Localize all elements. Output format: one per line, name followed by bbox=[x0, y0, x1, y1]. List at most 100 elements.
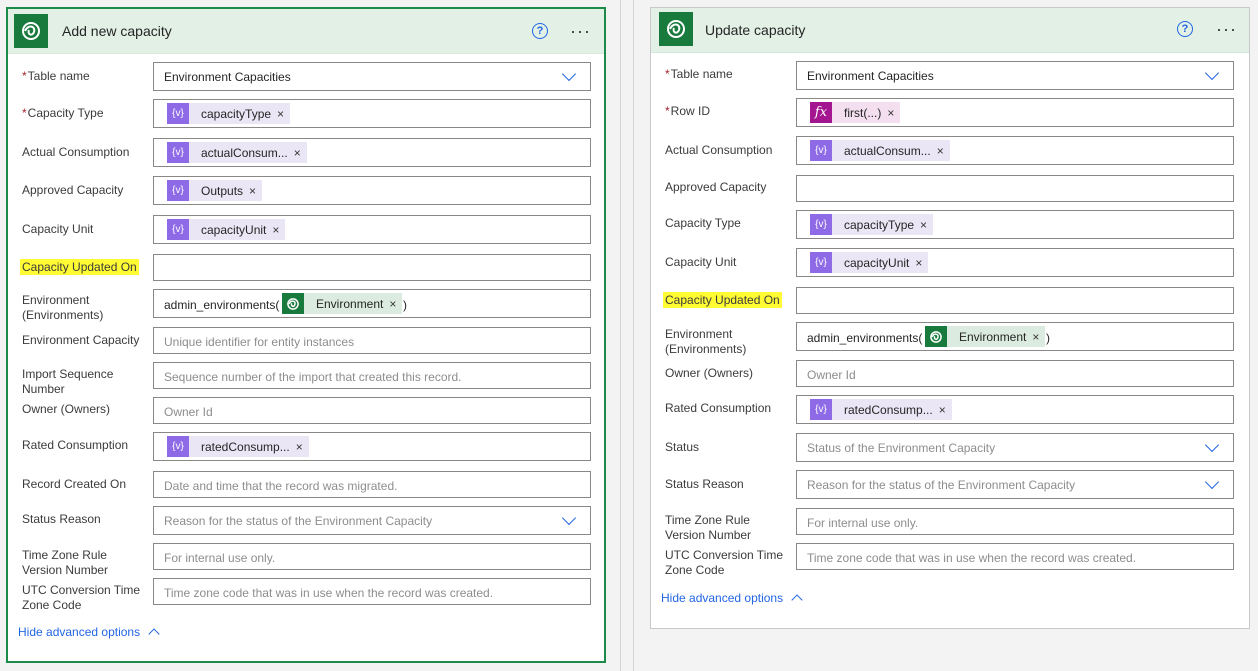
close-icon[interactable]: × bbox=[1032, 330, 1045, 344]
status-reason-dropdown[interactable]: Reason for the status of the Environment… bbox=[153, 506, 591, 535]
card-title: Add new capacity bbox=[62, 23, 172, 39]
placeholder: Date and time that the record was migrat… bbox=[164, 479, 398, 493]
token-label: Outputs bbox=[201, 183, 244, 198]
dynamic-content-token[interactable]: Environment × bbox=[282, 293, 403, 314]
dataverse-icon bbox=[925, 326, 947, 347]
close-icon[interactable]: × bbox=[272, 223, 285, 237]
approved-capacity-input[interactable] bbox=[796, 175, 1234, 202]
close-icon[interactable]: × bbox=[939, 403, 952, 417]
capacity-unit-input[interactable]: {v} capacityUnit × bbox=[796, 248, 1234, 277]
dynamic-content-token[interactable]: {v} Outputs × bbox=[167, 180, 263, 201]
card-header[interactable]: Update capacity ? ··· bbox=[651, 8, 1249, 53]
card-title: Update capacity bbox=[705, 22, 806, 38]
capacity-updated-on-input[interactable] bbox=[796, 287, 1234, 314]
variable-icon: {v} bbox=[810, 399, 832, 420]
capacity-type-input[interactable]: {v} capacityType × bbox=[796, 210, 1234, 239]
token-label: capacityType bbox=[201, 106, 272, 121]
status-reason-dropdown[interactable]: Reason for the status of the Environment… bbox=[796, 470, 1234, 499]
environment-capacity-input[interactable]: Unique identifier for entity instances bbox=[153, 327, 591, 354]
close-icon[interactable]: × bbox=[294, 146, 307, 160]
hide-advanced-options-link[interactable]: Hide advanced options bbox=[18, 625, 160, 640]
field-label: Row ID bbox=[670, 104, 711, 118]
environment-input[interactable]: admin_environments( Environment × ) bbox=[796, 322, 1234, 351]
field-label: Time Zone Rule Version Number bbox=[22, 548, 109, 577]
close-icon[interactable]: × bbox=[296, 440, 309, 454]
close-icon[interactable]: × bbox=[887, 106, 900, 120]
owner-input[interactable]: Owner Id bbox=[153, 397, 591, 424]
dynamic-content-token[interactable]: {v} capacityUnit × bbox=[810, 252, 929, 273]
variable-icon: {v} bbox=[167, 219, 189, 240]
actual-consumption-input[interactable]: {v} actualConsum... × bbox=[153, 138, 591, 167]
status-dropdown[interactable]: Status of the Environment Capacity bbox=[796, 433, 1234, 462]
variable-icon: {v} bbox=[167, 103, 189, 124]
variable-icon: {v} bbox=[167, 436, 189, 457]
help-icon[interactable]: ? bbox=[532, 23, 548, 39]
chevron-down-icon[interactable] bbox=[1204, 474, 1220, 490]
capacity-updated-on-input[interactable] bbox=[153, 254, 591, 281]
expression-token[interactable]: fx first(...) × bbox=[810, 102, 901, 123]
rated-consumption-input[interactable]: {v} ratedConsump... × bbox=[153, 432, 591, 461]
dynamic-content-token[interactable]: {v} ratedConsump... × bbox=[167, 436, 309, 457]
chevron-down-icon[interactable] bbox=[561, 510, 577, 526]
field-value: admin_environments( bbox=[164, 298, 280, 312]
table-name-dropdown[interactable]: Environment Capacities bbox=[796, 61, 1234, 90]
record-created-on-input[interactable]: Date and time that the record was migrat… bbox=[153, 471, 591, 498]
actual-consumption-input[interactable]: {v} actualConsum... × bbox=[796, 136, 1234, 165]
field-value: admin_environments( bbox=[807, 331, 923, 345]
chevron-down-icon[interactable] bbox=[1204, 65, 1220, 81]
dynamic-content-token[interactable]: {v} capacityUnit × bbox=[167, 219, 286, 240]
dynamic-content-token[interactable]: {v} capacityType × bbox=[167, 103, 291, 124]
token-label: actualConsum... bbox=[844, 143, 931, 158]
close-icon[interactable]: × bbox=[389, 297, 402, 311]
dynamic-content-token[interactable]: Environment × bbox=[925, 326, 1046, 347]
utc-conversion-input[interactable]: Time zone code that was in use when the … bbox=[796, 543, 1234, 570]
time-zone-rule-input[interactable]: For internal use only. bbox=[796, 508, 1234, 535]
environment-input[interactable]: admin_environments( Environment × ) bbox=[153, 289, 591, 318]
close-icon[interactable]: × bbox=[915, 256, 928, 270]
hide-advanced-options-link[interactable]: Hide advanced options bbox=[661, 591, 803, 606]
dataverse-icon bbox=[14, 14, 48, 48]
placeholder: Owner Id bbox=[164, 405, 213, 419]
field-label: Import Sequence Number bbox=[22, 367, 114, 396]
dynamic-content-token[interactable]: {v} ratedConsump... × bbox=[810, 399, 952, 420]
dynamic-content-token[interactable]: {v} actualConsum... × bbox=[167, 142, 307, 163]
token-label: ratedConsump... bbox=[201, 439, 290, 454]
row-id-input[interactable]: fx first(...) × bbox=[796, 98, 1234, 127]
close-icon[interactable]: × bbox=[920, 218, 933, 232]
more-options-icon[interactable]: ··· bbox=[570, 22, 591, 40]
field-label: UTC Conversion Time Zone Code bbox=[665, 548, 784, 577]
chevron-up-icon bbox=[148, 628, 160, 640]
owner-input[interactable]: Owner Id bbox=[796, 360, 1234, 387]
help-icon[interactable]: ? bbox=[1177, 21, 1193, 37]
dynamic-content-token[interactable]: {v} capacityType × bbox=[810, 214, 934, 235]
field-label: Capacity Type bbox=[27, 106, 104, 120]
time-zone-rule-input[interactable]: For internal use only. bbox=[153, 543, 591, 570]
import-sequence-input[interactable]: Sequence number of the import that creat… bbox=[153, 362, 591, 389]
chevron-down-icon[interactable] bbox=[561, 66, 577, 82]
add-new-capacity-card: Add new capacity ? ··· *Table name Envir… bbox=[6, 7, 606, 663]
dataverse-icon bbox=[282, 293, 304, 314]
chevron-down-icon[interactable] bbox=[1204, 437, 1220, 453]
token-label: actualConsum... bbox=[201, 145, 288, 160]
close-icon[interactable]: × bbox=[937, 144, 950, 158]
field-label: Capacity Unit bbox=[22, 222, 94, 236]
required-marker: * bbox=[22, 69, 27, 83]
more-options-icon[interactable]: ··· bbox=[1216, 20, 1237, 38]
token-label: Environment bbox=[316, 296, 384, 311]
capacity-type-input[interactable]: {v} capacityType × bbox=[153, 99, 591, 128]
field-label: Table name bbox=[670, 67, 733, 81]
dynamic-content-token[interactable]: {v} actualConsum... × bbox=[810, 140, 950, 161]
variable-icon: {v} bbox=[810, 214, 832, 235]
pane-divider bbox=[620, 0, 621, 671]
close-icon[interactable]: × bbox=[249, 184, 262, 198]
field-label: Rated Consumption bbox=[22, 438, 129, 452]
capacity-unit-input[interactable]: {v} capacityUnit × bbox=[153, 215, 591, 244]
field-label: Approved Capacity bbox=[665, 180, 767, 194]
rated-consumption-input[interactable]: {v} ratedConsump... × bbox=[796, 395, 1234, 424]
placeholder: Unique identifier for entity instances bbox=[164, 335, 355, 349]
close-icon[interactable]: × bbox=[277, 107, 290, 121]
approved-capacity-input[interactable]: {v} Outputs × bbox=[153, 176, 591, 205]
utc-conversion-input[interactable]: Time zone code that was in use when the … bbox=[153, 578, 591, 605]
card-header[interactable]: Add new capacity ? ··· bbox=[8, 9, 604, 54]
table-name-dropdown[interactable]: Environment Capacities bbox=[153, 62, 591, 91]
